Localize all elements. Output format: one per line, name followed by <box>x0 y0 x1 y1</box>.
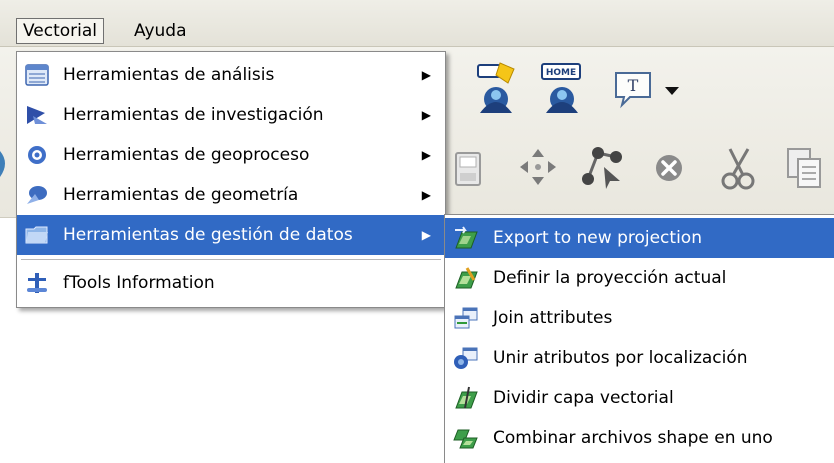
geoprocess-icon <box>28 146 46 164</box>
menu-item-herramientas-geometria[interactable]: Herramientas de geometría ▶ <box>17 175 445 215</box>
submenu-item-label: Definir la proyección actual <box>493 268 727 288</box>
menu-item-herramientas-gestion-datos[interactable]: Herramientas de gestión de datos ▶ <box>17 215 445 255</box>
copy-features-icon[interactable] <box>784 145 828 191</box>
export-projection-icon <box>455 226 478 249</box>
move-feature-icon[interactable] <box>516 145 560 189</box>
investigation-icon <box>27 106 47 124</box>
menu-separator <box>21 259 441 260</box>
folder-icon <box>25 226 48 244</box>
submenu-item-label: Combinar archivos shape en uno <box>493 428 773 448</box>
home-badge-label: HOME <box>546 68 576 78</box>
menubar-vectorial[interactable]: Vectorial <box>16 18 105 44</box>
submenu-item-label: Join attributes <box>493 308 613 328</box>
dropdown-arrow-icon[interactable] <box>664 85 680 97</box>
submenu-arrow-icon: ▶ <box>421 148 431 162</box>
submenu-item-export-projection[interactable]: Export to new projection <box>445 218 834 258</box>
ftools-icon <box>27 273 47 293</box>
menu-item-ftools-information[interactable]: fTools Information <box>17 263 445 303</box>
submenu-item-label: Unir atributos por localización <box>493 348 748 368</box>
cut-features-icon[interactable] <box>718 143 758 193</box>
menu-item-label: fTools Information <box>63 273 215 293</box>
vectorial-menu: Herramientas de análisis ▶ Herramientas … <box>16 51 446 308</box>
table-icon <box>25 64 49 86</box>
submenu-item-join-attributes[interactable]: Join attributes <box>445 298 834 338</box>
menu-item-herramientas-geoproceso[interactable]: Herramientas de geoproceso ▶ <box>17 135 445 175</box>
home-view-icon[interactable]: HOME <box>536 61 588 117</box>
submenu-item-merge-shapefiles[interactable]: Combinar archivos shape en uno <box>445 418 834 458</box>
menu-item-herramientas-investigacion[interactable]: Herramientas de investigación ▶ <box>17 95 445 135</box>
zoom-home-icon[interactable] <box>470 61 522 117</box>
menu-item-herramientas-analisis[interactable]: Herramientas de análisis ▶ <box>17 55 445 95</box>
text-tool-glyph: T <box>628 76 639 95</box>
spatial-join-icon <box>454 347 478 369</box>
submenu-item-define-projection[interactable]: Definir la proyección actual <box>445 258 834 298</box>
menu-bar: Vectorial Ayuda <box>0 0 834 47</box>
submenu-arrow-icon: ▶ <box>421 188 431 202</box>
submenu-arrow-icon: ▶ <box>421 108 431 122</box>
submenu-item-label: Dividir capa vectorial <box>493 388 674 408</box>
delete-selected-icon[interactable] <box>652 151 686 185</box>
text-annotation-icon[interactable]: T <box>612 69 656 109</box>
merge-shapefiles-icon <box>453 429 478 449</box>
submenu-arrow-icon: ▶ <box>421 68 431 82</box>
submenu-arrow-icon: ▶ <box>421 228 431 242</box>
submenu-item-label: Export to new projection <box>493 228 702 248</box>
toolbar-partial-icon[interactable] <box>0 143 10 183</box>
data-management-submenu: Export to new projection Definir la proy… <box>444 214 834 463</box>
menu-item-label: Herramientas de análisis <box>63 65 275 85</box>
save-icon[interactable] <box>450 149 484 191</box>
menu-item-label: Herramientas de geoproceso <box>63 145 310 165</box>
define-projection-icon <box>455 267 478 289</box>
menu-item-label: Herramientas de gestión de datos <box>63 225 353 245</box>
submenu-item-spatial-join[interactable]: Unir atributos por localización <box>445 338 834 378</box>
join-attributes-icon <box>454 307 478 329</box>
geometry-icon <box>27 186 47 204</box>
node-tool-icon[interactable] <box>580 143 626 191</box>
menu-item-label: Herramientas de geometría <box>63 185 299 205</box>
menu-item-label: Herramientas de investigación <box>63 105 324 125</box>
submenu-item-split-layer[interactable]: Dividir capa vectorial <box>445 378 834 418</box>
menubar-ayuda[interactable]: Ayuda <box>128 18 193 44</box>
split-layer-icon <box>455 386 478 409</box>
